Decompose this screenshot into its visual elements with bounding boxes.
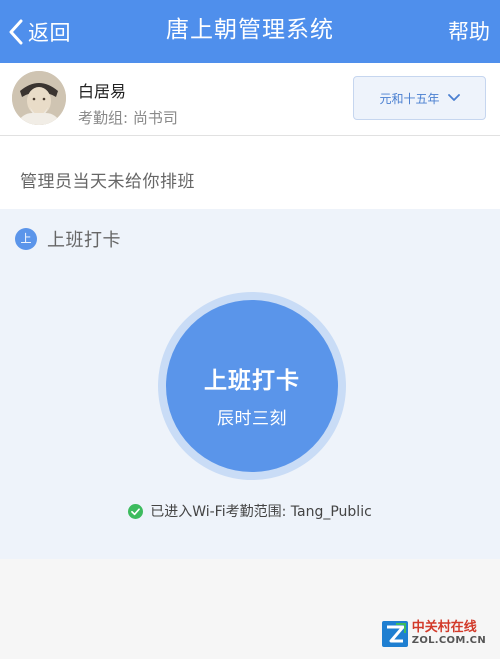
schedule-notice: 管理员当天未给你排班 [0,136,500,209]
schedule-notice-text: 管理员当天未给你排班 [20,172,195,192]
nav-bar: 返回 唐上朝管理系统 帮助 [0,0,500,63]
watermark-line1: 中关村在线 [411,620,477,635]
punch-time: 辰时三刻 [217,409,287,429]
help-button[interactable]: 帮助 [448,16,490,48]
step-badge: 上 [15,228,37,250]
wifi-status: 已进入Wi-Fi考勤范围: Tang_Public [0,501,500,521]
page-title: 唐上朝管理系统 [166,17,334,43]
attendance-group: 考勤组: 尚书司 [78,109,178,127]
check-circle-icon [128,503,144,519]
date-selector[interactable]: 元和十五年 [353,76,486,120]
chevron-down-icon [447,94,460,101]
step-label: 上班打卡 [47,230,121,251]
avatar [12,71,66,125]
punch-in-button-label: 上班打卡 [204,368,300,394]
portrait-image [12,71,66,125]
user-name: 白居易 [78,82,127,101]
date-selector-value: 元和十五年 [379,91,440,106]
user-profile: 白居易 考勤组: 尚书司 元和十五年 [0,63,500,136]
watermark-line2: ZOL.COM.CN [411,635,486,646]
wifi-status-text: 已进入Wi-Fi考勤范围: Tang_Public [150,504,372,520]
zol-logo-icon [381,620,408,647]
checkin-panel: 上 上班打卡 上班打卡 辰时三刻 已进入Wi-Fi考勤范围: Tang_Publ… [0,209,500,559]
punch-in-button[interactable]: 上班打卡 辰时三刻 [166,300,338,472]
watermark: 中关村在线 ZOL.COM.CN [381,620,486,647]
